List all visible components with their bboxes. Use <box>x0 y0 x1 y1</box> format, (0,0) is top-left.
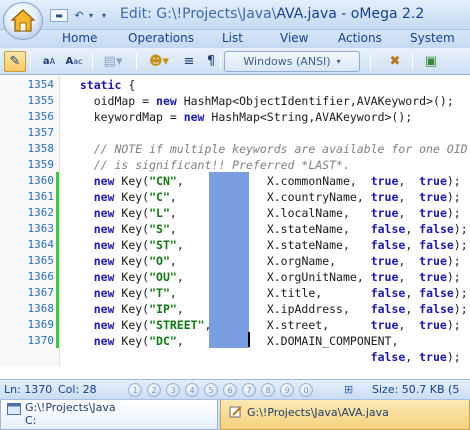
quick-access-more-icon[interactable]: ▾ <box>98 7 110 24</box>
document-tabs: G:\!Projects\Java C: G:\!Projects\Java\A… <box>0 399 470 430</box>
tab-system[interactable]: System <box>410 31 455 45</box>
code-line: new Key("OU", X.orgUnitName, true, true)… <box>93 270 461 284</box>
undo-dropdown-icon[interactable]: ▾ <box>86 7 96 24</box>
tab-folder-drive: C: <box>25 414 37 427</box>
chevron-down-icon: ▾ <box>336 57 341 66</box>
undo-icon[interactable]: ↶ <box>72 7 86 24</box>
toolbar-separator <box>220 53 221 70</box>
edit-mode-icon[interactable]: ✎ <box>4 51 26 72</box>
bookmark-slot[interactable]: 0 <box>299 383 313 397</box>
encoding-label: Windows (ANSI) <box>243 55 331 68</box>
line-number: 1361 <box>27 190 55 203</box>
convert-case-icon[interactable]: Aac <box>62 51 86 72</box>
code-line: new Key("DC", X.DOMAIN_COMPONENT, <box>93 334 399 348</box>
toolbar-separator <box>136 53 137 70</box>
title-bar: ▬ ↶ ▾ ▾ Edit: G:\!Projects\Java\AVA.java… <box>0 0 470 40</box>
line-number: 1363 <box>27 222 55 235</box>
line-number: 1360 <box>27 174 55 187</box>
code-line: new Key("O", X.orgName, true, true); <box>93 254 461 268</box>
tree-icon[interactable]: ⊞ <box>344 383 358 397</box>
bookmark-slot[interactable]: 4 <box>185 383 199 397</box>
status-bar: Ln: 1370 Col: 28 1234567890 ⊞ Size: 50.7… <box>0 379 470 399</box>
format-lines-icon[interactable]: ≡ <box>178 51 200 72</box>
tab-file-active[interactable]: G:\!Projects\Java\AVA.java <box>220 400 470 430</box>
code-line: new Key("CN", X.commonName, true, true); <box>93 174 461 188</box>
bookmark-slot[interactable]: 8 <box>261 383 275 397</box>
tab-operations[interactable]: Operations <box>128 31 194 45</box>
window-title-prefix: Edit: G:\!Projects\Java\ <box>120 6 277 22</box>
folder-window-icon <box>7 403 21 415</box>
status-line: Ln: 1370 <box>4 383 53 396</box>
tab-folder-path: G:\!Projects\Java <box>25 401 116 414</box>
encoding-dropdown[interactable]: Windows (ANSI) ▾ <box>224 51 360 72</box>
ribbon-tabs: Home Operations List View Actions System <box>0 30 470 48</box>
toolbar: ✎ aA Aac ▤▾ ☻▾ ≡ ¶ Windows (ANSI) ▾ ✖ ▣ <box>0 48 470 75</box>
toolbar-separator <box>412 53 413 70</box>
line-number: 1359 <box>27 158 55 171</box>
line-number: 1355 <box>27 94 55 107</box>
code-line: new Key("C", X.countryName, true, true); <box>93 190 461 204</box>
window-title-app: - oMega 2.2 <box>336 6 425 22</box>
tools-icon[interactable]: ✖ <box>384 51 406 72</box>
code-line: new Key("L", X.localName, true, true); <box>93 206 461 220</box>
code-line: oidMap = new HashMap<ObjectIdentifier,AV… <box>66 94 454 108</box>
code-line: keywordMap = new HashMap<String,AVAKeywo… <box>66 110 413 124</box>
line-number: 1356 <box>27 110 55 123</box>
toolbar-separator <box>92 53 93 70</box>
case-icon[interactable]: aA <box>38 51 60 72</box>
tab-list[interactable]: List <box>222 31 243 45</box>
emoji-icon[interactable]: ☻▾ <box>144 51 174 72</box>
tab-actions[interactable]: Actions <box>338 31 382 45</box>
code-line: new Key("IP", X.ipAddress, false, false)… <box>93 302 468 316</box>
code-line: // NOTE if multiple keywords are availab… <box>66 142 468 156</box>
window-title-file: AVA.java <box>276 6 337 22</box>
tab-view[interactable]: View <box>280 31 308 45</box>
code-line: static { <box>79 78 136 92</box>
pilcrow-icon[interactable]: ¶ <box>200 51 222 72</box>
print-icon[interactable]: ▤▾ <box>98 51 128 72</box>
code-line: // is significant!! Preferred *LAST*. <box>66 158 350 172</box>
change-marker <box>56 172 59 348</box>
text-caret <box>248 332 250 347</box>
code-line: new Key("T", X.title, false, false); <box>93 286 468 300</box>
line-number: 1367 <box>27 286 55 299</box>
line-number: 1364 <box>27 238 55 251</box>
toolbar-separator <box>370 53 371 70</box>
window-icon[interactable]: ▬ <box>50 9 68 22</box>
line-number: 1358 <box>27 142 55 155</box>
code-line: new Key("ST", X.stateName, false, false)… <box>93 238 468 252</box>
line-number: 1362 <box>27 206 55 219</box>
tab-folder[interactable]: G:\!Projects\Java C: <box>0 400 218 430</box>
bookmark-slot[interactable]: 9 <box>280 383 294 397</box>
line-number: 1366 <box>27 270 55 283</box>
code-editor[interactable]: 1354 1355 1356 1357 1358 1359 1360 1361 1362 1363… <box>0 76 470 366</box>
line-number-gutter: 1354 1355 1356 1357 1358 1359 1360 1361 1362 1363… <box>0 76 60 366</box>
app-menu-button[interactable] <box>3 2 43 40</box>
line-number: 1369 <box>27 318 55 331</box>
run-icon[interactable]: ▣ <box>420 51 442 72</box>
bookmark-slot[interactable]: 7 <box>242 383 256 397</box>
code-line: new Key("S", X.stateName, false, false); <box>93 222 468 236</box>
code-line: new Key("STREET", X.street, true, true); <box>93 318 461 332</box>
edit-document-icon <box>229 406 242 418</box>
line-number: 1357 <box>27 126 55 139</box>
code-line: false, true); <box>370 350 461 364</box>
window-title: Edit: G:\!Projects\Java\AVA.java - oMega… <box>120 6 424 22</box>
tab-home[interactable]: Home <box>62 31 97 45</box>
line-number: 1370 <box>27 334 55 347</box>
home-icon <box>10 9 36 32</box>
status-size: Size: 50.7 KB (5 <box>372 383 460 396</box>
bookmark-slot[interactable]: 2 <box>147 383 161 397</box>
toolbar-separator <box>30 53 31 70</box>
bookmark-slot[interactable]: 5 <box>204 383 218 397</box>
status-column: Col: 28 <box>58 383 97 396</box>
line-number: 1368 <box>27 302 55 315</box>
bookmark-slot[interactable]: 1 <box>128 383 142 397</box>
bookmark-slot[interactable]: 3 <box>166 383 180 397</box>
line-number: 1354 <box>27 78 55 91</box>
tab-file-path: G:\!Projects\Java\AVA.java <box>247 406 389 419</box>
bookmark-slot[interactable]: 6 <box>223 383 237 397</box>
line-number: 1365 <box>27 254 55 267</box>
